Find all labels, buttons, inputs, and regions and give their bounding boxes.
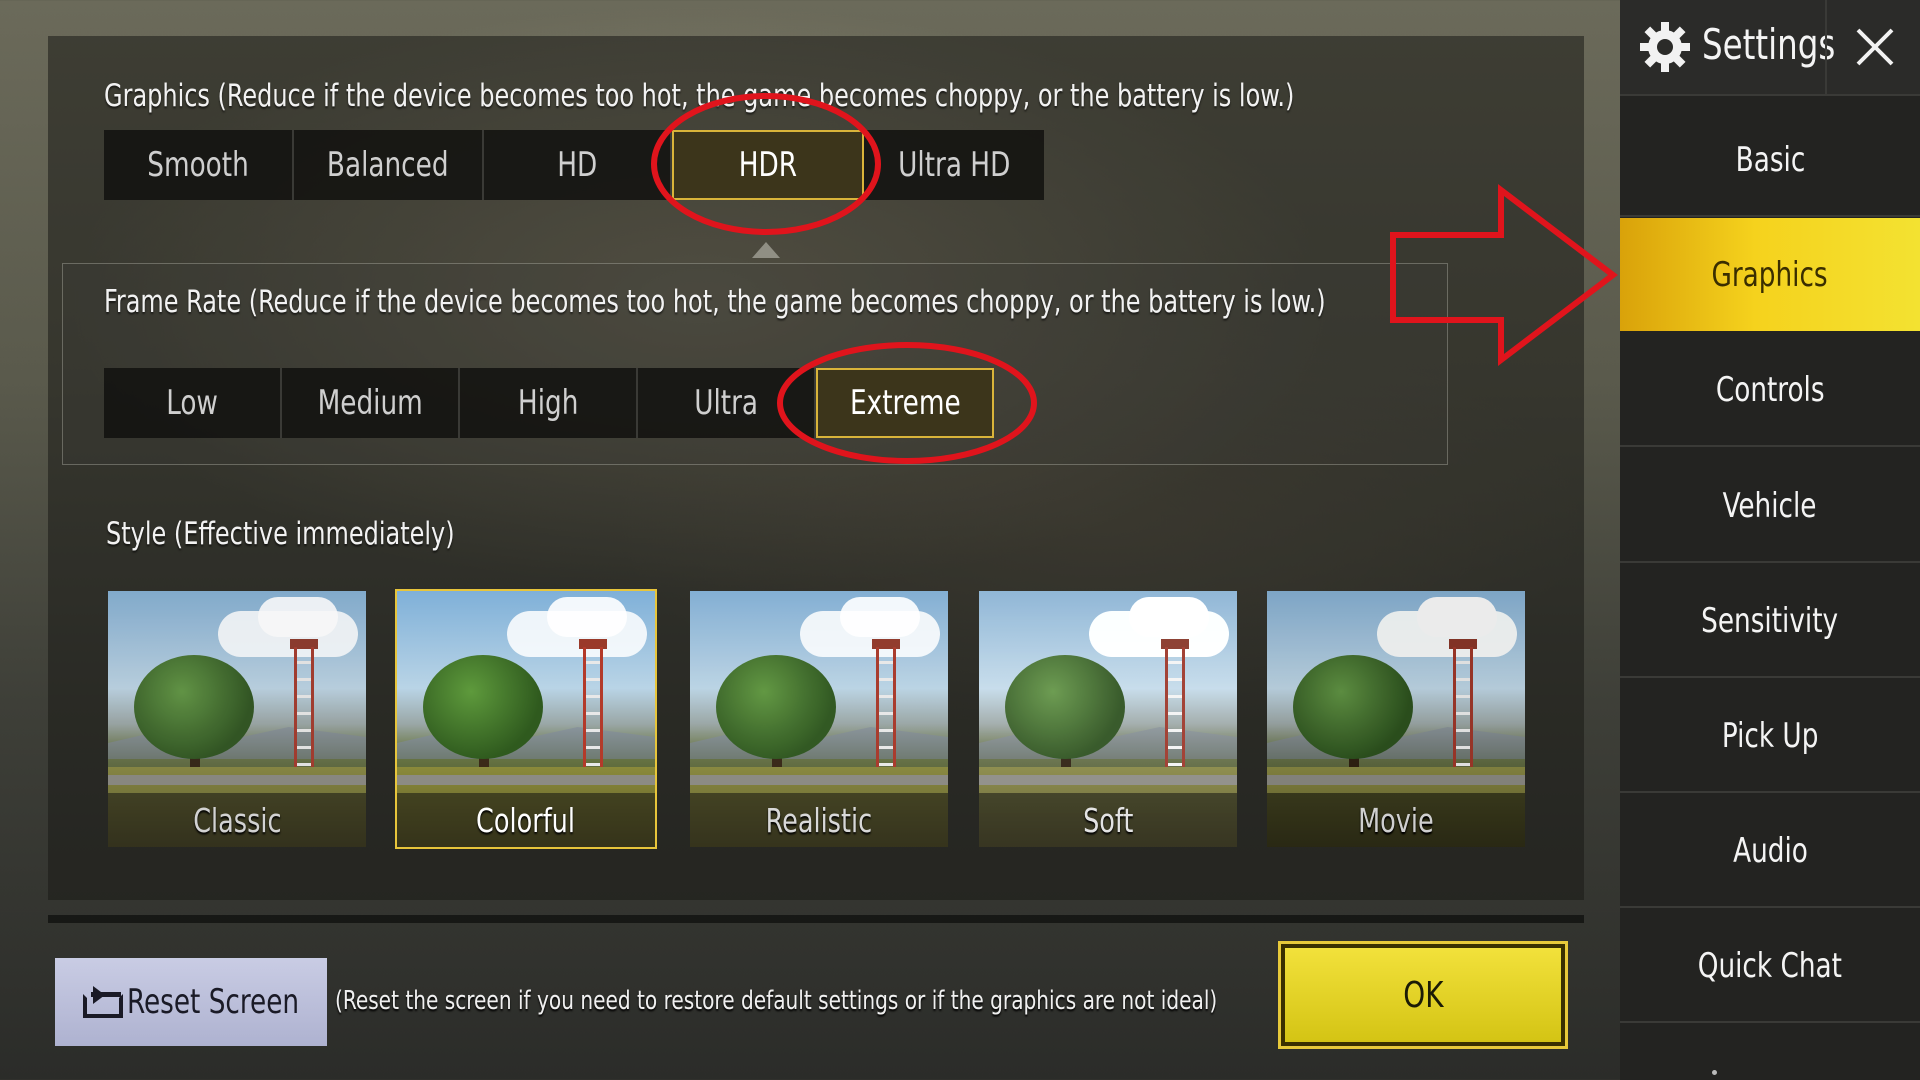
frame-rate-option-high[interactable]: High bbox=[460, 368, 638, 438]
sidebar-item-sensitivity[interactable]: Sensitivity bbox=[1620, 565, 1920, 678]
frame-rate-section-title: Frame Rate (Reduce if the device becomes… bbox=[104, 284, 1326, 320]
frame-rate-option-medium[interactable]: Medium bbox=[282, 368, 460, 438]
sidebar-item-controls[interactable]: Controls bbox=[1620, 334, 1920, 447]
style-option-realistic[interactable]: Realistic bbox=[690, 591, 948, 847]
sidebar-item-pick-up[interactable]: Pick Up bbox=[1620, 680, 1920, 793]
reset-screen-button[interactable]: Reset Screen bbox=[55, 958, 327, 1046]
graphics-option-smooth[interactable]: Smooth bbox=[104, 130, 294, 200]
frame-rate-option-extreme[interactable]: Extreme bbox=[816, 368, 994, 438]
style-label-soft: Soft bbox=[979, 793, 1237, 847]
style-section-title: Style (Effective immediately) bbox=[106, 516, 455, 552]
style-option-soft[interactable]: Soft bbox=[979, 591, 1237, 847]
reset-screen-label: Reset Screen bbox=[126, 982, 299, 1022]
style-label-colorful: Colorful bbox=[397, 793, 655, 847]
sidebar-header: Settings bbox=[1620, 0, 1920, 96]
frame-rate-option-low[interactable]: Low bbox=[104, 368, 282, 438]
reset-screen-icon bbox=[83, 986, 123, 1018]
panel-divider bbox=[48, 915, 1584, 923]
style-label-realistic: Realistic bbox=[690, 793, 948, 847]
sidebar-item-quick-chat[interactable]: Quick Chat bbox=[1620, 910, 1920, 1023]
style-option-movie[interactable]: Movie bbox=[1267, 591, 1525, 847]
sidebar-item-audio[interactable]: Audio bbox=[1620, 795, 1920, 908]
style-label-classic: Classic bbox=[108, 793, 366, 847]
graphics-option-hdr[interactable]: HDR bbox=[672, 130, 864, 200]
style-option-colorful[interactable]: Colorful bbox=[395, 589, 657, 849]
graphics-option-balanced[interactable]: Balanced bbox=[294, 130, 484, 200]
reset-screen-note: (Reset the screen if you need to restore… bbox=[335, 986, 1218, 1016]
graphics-option-hd[interactable]: HD bbox=[484, 130, 672, 200]
gear-icon bbox=[1640, 22, 1690, 72]
graphics-section-title: Graphics (Reduce if the device becomes t… bbox=[104, 78, 1295, 114]
close-button[interactable] bbox=[1825, 0, 1920, 94]
sidebar-item-vehicle[interactable]: Vehicle bbox=[1620, 450, 1920, 563]
graphics-option-ultra-hd[interactable]: Ultra HD bbox=[864, 130, 1044, 200]
sidebar-item-graphics[interactable]: Graphics bbox=[1620, 218, 1920, 331]
graphics-quality-selector: Smooth Balanced HD HDR Ultra HD bbox=[104, 130, 1044, 200]
style-label-movie: Movie bbox=[1267, 793, 1525, 847]
sidebar-item-basic[interactable]: Basic bbox=[1620, 104, 1920, 217]
sidebar-scroll-dot bbox=[1712, 1070, 1717, 1075]
style-option-classic[interactable]: Classic bbox=[108, 591, 366, 847]
settings-sidebar: Settings Basic Graphics Controls Vehicle… bbox=[1620, 0, 1920, 1080]
frame-rate-selector: Low Medium High Ultra Extreme bbox=[104, 368, 994, 438]
close-icon bbox=[1856, 28, 1893, 66]
frame-rate-option-ultra[interactable]: Ultra bbox=[638, 368, 816, 438]
ok-button[interactable]: OK bbox=[1278, 941, 1568, 1049]
selection-pointer bbox=[752, 242, 780, 258]
